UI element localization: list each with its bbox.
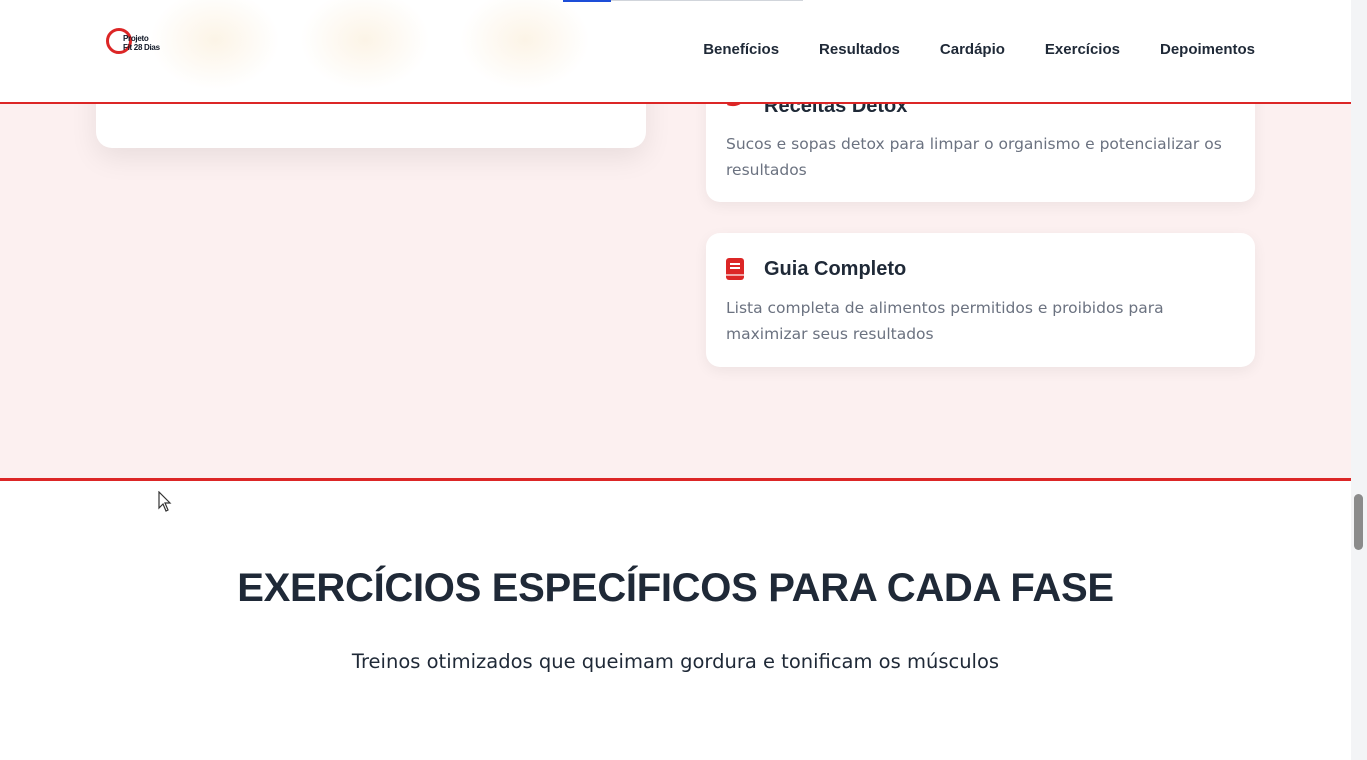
nav-link-cardapio[interactable]: Cardápio xyxy=(940,41,1005,58)
feature-card-guia: Guia Completo Lista completa de alimento… xyxy=(706,233,1255,367)
background-figure xyxy=(300,0,430,90)
site-header: Projeto Fit 28 Dias Benefícios Resultado… xyxy=(0,0,1351,104)
mouse-cursor-icon xyxy=(158,491,172,512)
main-nav: Benefícios Resultados Cardápio Exercício… xyxy=(703,41,1255,58)
card-description: Sucos e sopas detox para limpar o organi… xyxy=(726,135,1222,179)
section-divider xyxy=(0,478,1351,481)
section-title: EXERCÍCIOS ESPECÍFICOS PARA CADA FASE xyxy=(237,566,1114,610)
book-icon xyxy=(726,258,744,280)
nav-link-resultados[interactable]: Resultados xyxy=(819,41,900,58)
scrollbar-thumb[interactable] xyxy=(1354,494,1363,550)
background-figure xyxy=(460,0,590,90)
logo-text: Fit 28 Dias xyxy=(123,43,160,52)
logo[interactable]: Projeto Fit 28 Dias xyxy=(106,28,160,60)
card-description: Lista completa de alimentos permitidos e… xyxy=(726,299,1164,343)
scrollbar[interactable] xyxy=(1351,0,1367,760)
section-subtitle: Treinos otimizados que queimam gordura e… xyxy=(351,650,1000,673)
logo-text: Projeto xyxy=(123,34,149,43)
nav-link-exercicios[interactable]: Exercícios xyxy=(1045,41,1120,58)
nav-link-depoimentos[interactable]: Depoimentos xyxy=(1160,41,1255,58)
background-figure xyxy=(150,0,280,90)
nav-link-beneficios[interactable]: Benefícios xyxy=(703,41,779,58)
tab-strip xyxy=(563,0,803,2)
card-title: Guia Completo xyxy=(764,258,907,280)
tab-strip-active xyxy=(563,0,611,2)
